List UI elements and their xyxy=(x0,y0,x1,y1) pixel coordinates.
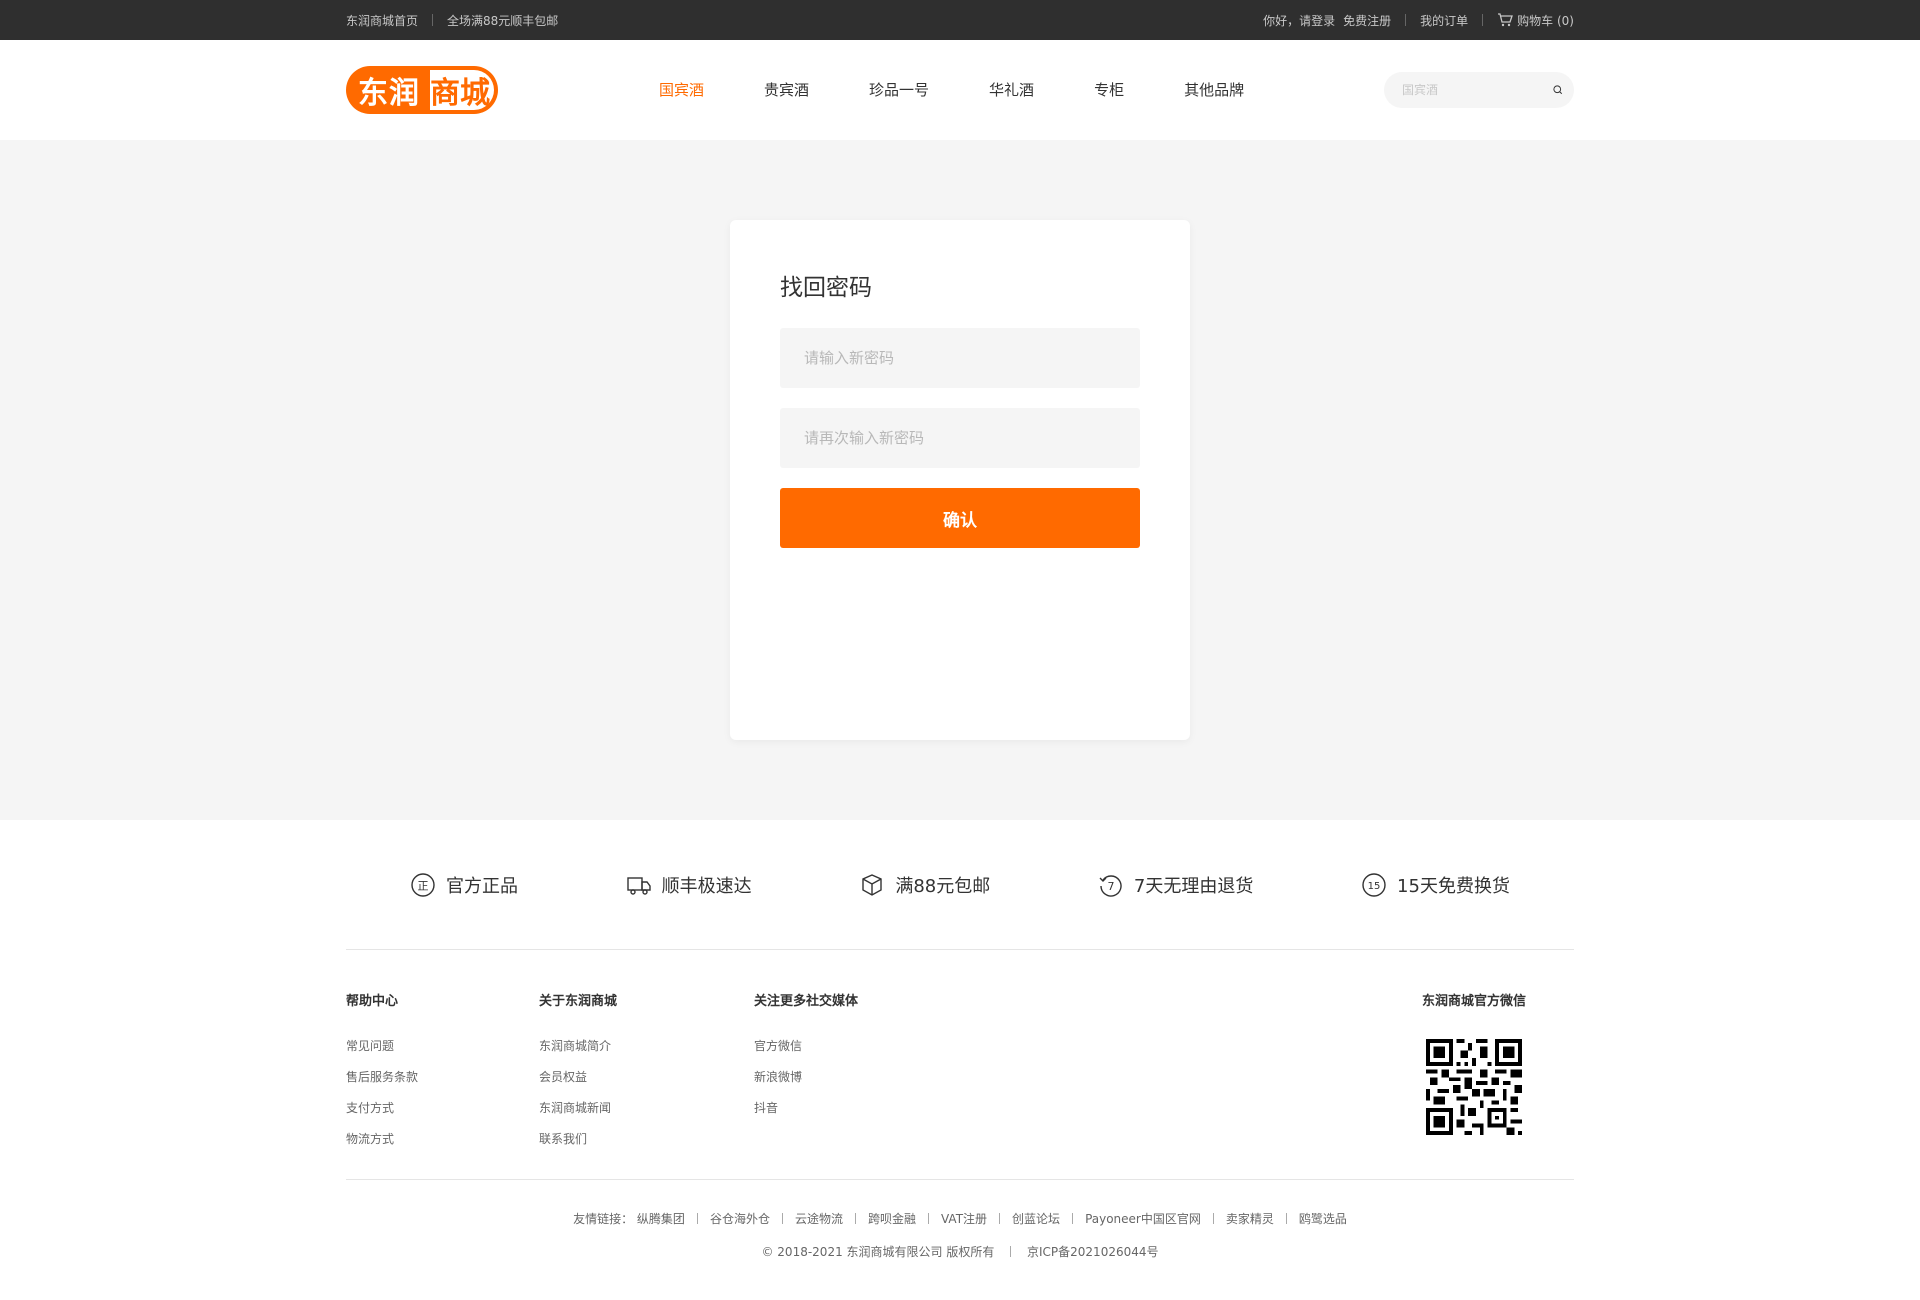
return-7-icon: 7 xyxy=(1099,874,1122,897)
search-box xyxy=(1384,72,1574,108)
divider xyxy=(1010,1246,1012,1257)
promo-text: 全场满88元顺丰包邮 xyxy=(447,13,559,28)
new-password-input[interactable] xyxy=(804,349,1116,367)
column-title: 关于东润商城 xyxy=(539,994,618,1009)
icp-link[interactable]: 京ICP备2021026044号 xyxy=(1027,1245,1159,1259)
footer-link-news[interactable]: 东润商城新闻 xyxy=(539,1099,617,1116)
divider xyxy=(696,1213,698,1224)
divider xyxy=(1482,14,1484,26)
friend-link[interactable]: 谷仓海外仓 xyxy=(710,1212,770,1226)
divider xyxy=(927,1213,929,1224)
new-password-field xyxy=(780,328,1140,388)
svg-text:7: 7 xyxy=(1107,880,1114,893)
nav-item-other-brands[interactable]: 其他品牌 xyxy=(1184,40,1244,140)
copyright-text: © 2018-2021 东润商城有限公司 版权所有 xyxy=(761,1245,995,1259)
nav-item-zhuangui[interactable]: 专柜 xyxy=(1094,40,1124,140)
logo-part1: 东润 xyxy=(346,66,430,114)
svg-text:15: 15 xyxy=(1368,881,1381,892)
feature-label: 15天免费换货 xyxy=(1397,875,1510,897)
home-link[interactable]: 东润商城首页 xyxy=(346,12,418,29)
authentic-icon: 正 xyxy=(411,872,435,897)
footer-link-weibo[interactable]: 新浪微博 xyxy=(754,1068,858,1085)
feature-label: 7天无理由退货 xyxy=(1133,875,1254,897)
divider xyxy=(1212,1213,1214,1224)
friend-link[interactable]: 创蓝论坛 xyxy=(1012,1212,1060,1226)
my-orders-link[interactable]: 我的订单 xyxy=(1420,12,1468,29)
top-bar: 东润商城首页 全场满88元顺丰包邮 你好，请登录 免费注册 我的订单 购物车 (… xyxy=(0,0,1920,40)
confirm-button[interactable]: 确认 xyxy=(780,488,1140,548)
help-center-column: 帮助中心 常见问题 售后服务条款 支付方式 物流方式 xyxy=(346,990,418,1161)
feature-free-shipping: 满88元包邮 xyxy=(859,872,990,898)
column-title: 东润商城官方微信 xyxy=(1421,994,1526,1009)
page-title: 找回密码 xyxy=(780,275,872,301)
feature-authentic: 正 官方正品 xyxy=(410,872,518,898)
reset-password-card: 找回密码 确认 xyxy=(730,220,1190,740)
friend-links-label: 友情链接： xyxy=(573,1212,634,1226)
cart-label: 购物车 (0) xyxy=(1517,13,1574,28)
friend-link[interactable]: 纵腾集团 xyxy=(637,1212,685,1226)
main-nav: 国宾酒 贵宾酒 珍品一号 华礼酒 专柜 其他品牌 xyxy=(659,40,1304,140)
logo[interactable]: 东润 商城 xyxy=(346,65,506,115)
nav-item-zhenpin[interactable]: 珍品一号 xyxy=(869,40,929,140)
divider xyxy=(781,1213,783,1224)
main-area: 找回密码 确认 xyxy=(0,140,1920,820)
package-icon xyxy=(862,873,883,896)
feature-label: 满88元包邮 xyxy=(895,875,991,897)
footer-link-douyin[interactable]: 抖音 xyxy=(754,1099,858,1116)
wechat-qr-code xyxy=(1425,1039,1522,1135)
friend-link[interactable]: 卖家精灵 xyxy=(1226,1212,1274,1226)
confirm-password-field xyxy=(780,408,1140,468)
service-features: 正 官方正品 顺丰极速达 满88元包邮 7 7天无理由退货 15 15天免费换货 xyxy=(346,820,1574,950)
feature-label: 顺丰极速达 xyxy=(661,875,752,897)
confirm-password-input[interactable] xyxy=(804,429,1116,447)
nav-item-hualijiu[interactable]: 华礼酒 xyxy=(989,40,1034,140)
logo-part2: 商城 xyxy=(430,66,498,114)
footer-link-membership[interactable]: 会员权益 xyxy=(539,1068,617,1085)
column-title: 帮助中心 xyxy=(346,994,399,1009)
wechat-qr-column: 东润商城官方微信 xyxy=(1422,990,1526,1139)
friend-link[interactable]: Payoneer中国区官网 xyxy=(1085,1212,1201,1226)
social-column: 关注更多社交媒体 官方微信 新浪微博 抖音 xyxy=(754,990,858,1130)
friend-link[interactable]: 云途物流 xyxy=(795,1212,843,1226)
feature-fast-delivery: 顺丰极速达 xyxy=(626,872,752,898)
friend-link[interactable]: 跨呗金融 xyxy=(868,1212,916,1226)
search-input[interactable] xyxy=(1402,83,1552,97)
feature-7day-return: 7 7天无理由退货 xyxy=(1098,872,1253,898)
footer-link-contact[interactable]: 联系我们 xyxy=(539,1130,617,1147)
login-link[interactable]: 你好，请登录 xyxy=(1263,12,1335,29)
copyright-line: © 2018-2021 东润商城有限公司 版权所有 京ICP备202102604… xyxy=(346,1243,1574,1260)
divider xyxy=(999,1213,1001,1224)
column-title: 关注更多社交媒体 xyxy=(754,994,859,1009)
register-link[interactable]: 免费注册 xyxy=(1343,12,1391,29)
exchange-15-icon: 15 xyxy=(1362,872,1386,897)
friend-link[interactable]: 鸥鹭选品 xyxy=(1299,1212,1347,1226)
footer-link-faq[interactable]: 常见问题 xyxy=(346,1037,418,1054)
footer-link-aftersales[interactable]: 售后服务条款 xyxy=(346,1068,418,1085)
friend-links: 友情链接： 纵腾集团 谷仓海外仓 云途物流 跨呗金融 VAT注册 创蓝论坛 Payoneer… xyxy=(346,1210,1574,1227)
search-icon[interactable] xyxy=(1552,82,1564,98)
divider xyxy=(1405,14,1407,26)
friend-link[interactable]: VAT注册 xyxy=(941,1212,987,1226)
footer-links: 帮助中心 常见问题 售后服务条款 支付方式 物流方式 关于东润商城 东润商城简介… xyxy=(346,950,1574,1180)
header: 东润 商城 国宾酒 贵宾酒 珍品一号 华礼酒 专柜 其他品牌 xyxy=(0,40,1920,140)
divider xyxy=(432,14,434,26)
nav-item-guobinjiu[interactable]: 国宾酒 xyxy=(659,40,704,140)
nav-item-guibinjiu[interactable]: 贵宾酒 xyxy=(764,40,809,140)
about-column: 关于东润商城 东润商城简介 会员权益 东润商城新闻 联系我们 xyxy=(539,990,617,1161)
divider xyxy=(1072,1213,1074,1224)
cart-link[interactable]: 购物车 (0) xyxy=(1497,12,1574,29)
footer-link-payment[interactable]: 支付方式 xyxy=(346,1099,418,1116)
footer-link-intro[interactable]: 东润商城简介 xyxy=(539,1037,617,1054)
footer-link-wechat[interactable]: 官方微信 xyxy=(754,1037,858,1054)
svg-text:正: 正 xyxy=(418,879,429,892)
feature-15day-exchange: 15 15天免费换货 xyxy=(1361,872,1510,898)
footer-link-logistics[interactable]: 物流方式 xyxy=(346,1130,418,1147)
footer-bottom: 友情链接： 纵腾集团 谷仓海外仓 云途物流 跨呗金融 VAT注册 创蓝论坛 Payoneer… xyxy=(346,1180,1574,1260)
divider xyxy=(1285,1213,1287,1224)
feature-label: 官方正品 xyxy=(446,875,518,897)
cart-icon xyxy=(1498,13,1514,27)
divider xyxy=(854,1213,856,1224)
truck-icon xyxy=(626,876,651,895)
